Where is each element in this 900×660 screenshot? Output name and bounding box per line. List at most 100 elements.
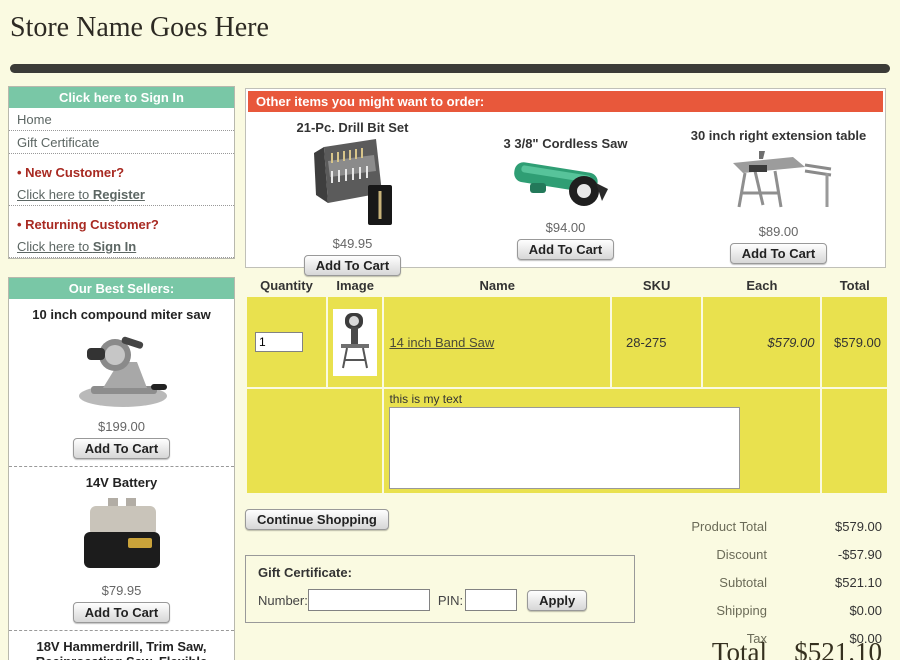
add-to-cart-button[interactable]: Add To Cart <box>73 438 170 459</box>
cross-sell-products: 21-Pc. Drill Bit Set <box>246 114 885 276</box>
name-cell: 14 inch Band Saw <box>384 297 610 387</box>
apply-button[interactable]: Apply <box>527 590 587 611</box>
totals-value: $0.00 <box>767 603 882 618</box>
col-quantity: Quantity <box>247 276 326 295</box>
totals-label: Discount <box>637 547 767 562</box>
grand-total-label: Total <box>637 637 767 660</box>
gift-certificate-form: Number: PIN: Apply <box>246 580 634 611</box>
gift-certificate-box: Gift Certificate: Number: PIN: Apply <box>245 555 635 623</box>
best-sellers-header: Our Best Sellers: <box>9 278 234 299</box>
register-link-prefix: Click here to <box>17 187 93 202</box>
main-content: Other items you might want to order: 21-… <box>245 88 886 660</box>
battery-image[interactable] <box>70 496 174 574</box>
signin-link[interactable]: Click here to Sign In <box>9 235 234 258</box>
col-image: Image <box>328 276 383 295</box>
cross-sell-item: 21-Pc. Drill Bit Set <box>253 120 453 276</box>
signin-link-action[interactable]: Sign In <box>93 239 136 254</box>
cordless-saw-image[interactable] <box>506 153 626 211</box>
note-label: this is my text <box>385 390 819 407</box>
signin-box-header[interactable]: Click here to Sign In <box>9 87 234 108</box>
band-saw-thumb[interactable] <box>333 309 377 376</box>
product-link[interactable]: 14 inch Band Saw <box>389 335 494 350</box>
continue-shopping-button[interactable]: Continue Shopping <box>245 509 389 530</box>
header-divider-bar <box>10 64 890 73</box>
each-cell: $579.00 <box>703 297 820 387</box>
cart-page: Store Name Goes Here Click here to Sign … <box>0 0 900 660</box>
quantity-cell <box>247 297 326 387</box>
band-saw-image <box>335 311 375 371</box>
note-textarea[interactable] <box>389 407 740 489</box>
best-seller-item: 14V Battery $79.95 Add To Cart <box>9 467 234 631</box>
gift-number-label: Number: <box>258 593 308 608</box>
grand-total: Total $521.10 <box>637 637 882 660</box>
grand-total-value: $521.10 <box>767 637 882 660</box>
col-each: Each <box>703 276 820 295</box>
best-sellers-box: Our Best Sellers: 10 inch compound miter… <box>8 277 235 660</box>
add-to-cart-button[interactable]: Add To Cart <box>304 255 401 276</box>
sidebar-item-home[interactable]: Home <box>9 108 234 131</box>
signin-box: Click here to Sign In Home Gift Certific… <box>8 86 235 259</box>
note-spacer-cell <box>247 389 382 493</box>
product-price: $49.95 <box>253 236 453 251</box>
sidebar-item-gift-certificate[interactable]: Gift Certificate <box>9 131 234 154</box>
product-name: 10 inch compound miter saw <box>19 307 224 322</box>
totals-value: $521.10 <box>767 575 882 590</box>
cross-sell-item: 30 inch right extension table $89. <box>679 128 879 264</box>
product-price: $89.00 <box>679 224 879 239</box>
totals-row: Discount -$57.90 <box>637 540 882 568</box>
product-name: 14V Battery <box>19 475 224 490</box>
note-cell: this is my text <box>384 389 820 493</box>
cross-sell-box: Other items you might want to order: 21-… <box>245 88 886 268</box>
order-totals: Product Total $579.00 Discount -$57.90 S… <box>637 512 882 652</box>
gift-number-input[interactable] <box>308 589 430 611</box>
product-name: 3 3/8" Cordless Saw <box>466 136 666 151</box>
register-link-action[interactable]: Register <box>93 187 145 202</box>
cross-sell-header: Other items you might want to order: <box>248 91 883 112</box>
totals-label: Shipping <box>637 603 767 618</box>
gift-certificate-title: Gift Certificate: <box>246 556 634 580</box>
product-name: 21-Pc. Drill Bit Set <box>253 120 453 135</box>
product-name: 30 inch right extension table <box>679 128 879 143</box>
image-cell <box>328 297 383 387</box>
cart-header-row: Quantity Image Name SKU Each Total <box>247 276 887 295</box>
product-price: $79.95 <box>13 583 230 598</box>
totals-value: -$57.90 <box>767 547 882 562</box>
product-price: $199.00 <box>13 419 230 434</box>
product-price: $94.00 <box>466 220 666 235</box>
extension-table-image[interactable] <box>719 145 839 215</box>
home-link[interactable]: Home <box>17 112 52 127</box>
miter-saw-image[interactable] <box>63 328 181 410</box>
add-to-cart-button[interactable]: Add To Cart <box>517 239 614 260</box>
cart-note-row: this is my text <box>247 389 887 493</box>
col-sku: SKU <box>612 276 701 295</box>
col-total: Total <box>822 276 887 295</box>
best-seller-item: 18V Hammerdrill, Trim Saw, Reciprocating… <box>9 631 234 660</box>
sku-cell: 28-275 <box>612 297 701 387</box>
cross-sell-item: 3 3/8" Cordless Saw $94.00 Add To Cart <box>466 136 666 260</box>
totals-label: Subtotal <box>637 575 767 590</box>
product-name: 18V Hammerdrill, Trim Saw, Reciprocating… <box>19 639 224 660</box>
gift-certificate-link[interactable]: Gift Certificate <box>17 135 99 150</box>
signin-link-prefix: Click here to <box>17 239 93 254</box>
returning-customer-heading: • Returning Customer? <box>9 213 234 235</box>
best-seller-item: 10 inch compound miter saw $199.00 Add T… <box>9 299 234 467</box>
totals-row: Shipping $0.00 <box>637 596 882 624</box>
cart-table: Quantity Image Name SKU Each Total <box>245 274 889 495</box>
add-to-cart-button[interactable]: Add To Cart <box>73 602 170 623</box>
register-link[interactable]: Click here to Register <box>9 183 234 206</box>
totals-row: Product Total $579.00 <box>637 512 882 540</box>
totals-row: Subtotal $521.10 <box>637 568 882 596</box>
cart-item-row: 14 inch Band Saw 28-275 $579.00 $579.00 <box>247 297 887 387</box>
note-total-cell <box>822 389 887 493</box>
totals-value: $579.00 <box>767 519 882 534</box>
new-customer-heading: • New Customer? <box>9 161 234 183</box>
drill-bit-set-image[interactable] <box>298 137 408 227</box>
quantity-input[interactable] <box>255 332 303 352</box>
page-title: Store Name Goes Here <box>10 12 269 44</box>
add-to-cart-button[interactable]: Add To Cart <box>730 243 827 264</box>
sidebar: Click here to Sign In Home Gift Certific… <box>8 86 235 660</box>
col-name: Name <box>384 276 610 295</box>
gift-pin-label: PIN: <box>438 593 463 608</box>
total-cell: $579.00 <box>822 297 887 387</box>
gift-pin-input[interactable] <box>465 589 517 611</box>
